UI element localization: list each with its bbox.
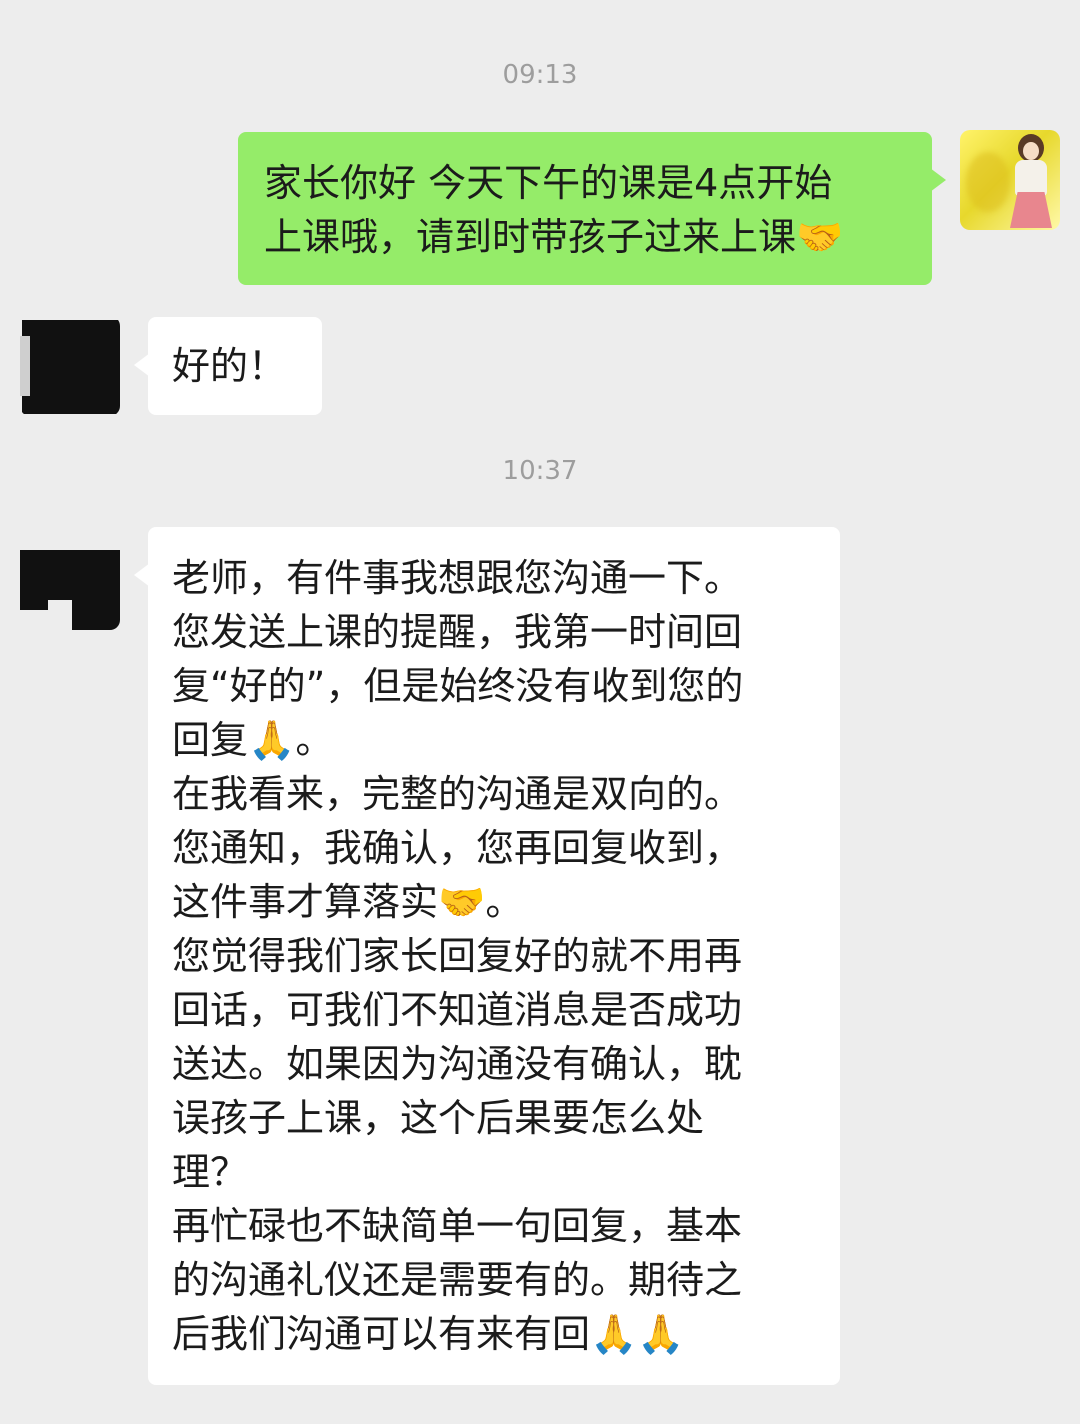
message-line: 家长你好 今天下午的课是4点开始 — [264, 161, 833, 205]
contact-avatar[interactable] — [20, 530, 120, 630]
contact-avatar[interactable] — [20, 316, 120, 416]
message-line: 这件事才算落实🤝。 — [172, 880, 524, 924]
message-line: 您觉得我们家长回复好的就不用再 — [172, 934, 743, 978]
message-line: 好的！ — [172, 344, 287, 388]
message-line: 复“好的”，但是始终没有收到您的 — [172, 664, 744, 708]
message-line: 在我看来，完整的沟通是双向的。 — [172, 772, 743, 816]
message-line: 送达。如果因为沟通没有确认，耽 — [172, 1042, 743, 1086]
message-line: 再忙碌也不缺简单一句回复，基本 — [172, 1204, 743, 1248]
message-line: 的沟通礼仪还是需要有的。期待之 — [172, 1258, 743, 1302]
message-line: 您通知，我确认，您再回复收到， — [172, 826, 743, 870]
self-avatar[interactable] — [960, 130, 1060, 230]
timestamp: 09:13 — [502, 60, 578, 90]
message-line: 回复🙏。 — [172, 718, 334, 762]
message-line: 您发送上课的提醒，我第一时间回 — [172, 610, 743, 654]
message-bubble-contact[interactable]: 好的！ — [134, 317, 322, 415]
message-bubble-contact[interactable]: 老师，有件事我想跟您沟通一下。 您发送上课的提醒，我第一时间回 复“好的”，但是… — [134, 527, 840, 1385]
message-line: 回话，可我们不知道消息是否成功 — [172, 988, 743, 1032]
timestamp: 10:37 — [502, 456, 578, 486]
message-line: 理？ — [172, 1150, 249, 1194]
chat-thread: 09:13 家长你好 今天下午的课是4点开始 上课哦，请到时带孩子过来上课🤝 好… — [0, 0, 1080, 1424]
message-line: 误孩子上课，这个后果要怎么处 — [172, 1096, 705, 1140]
message-line: 后我们沟通可以有来有回🙏🙏 — [172, 1312, 685, 1356]
message-line: 老师，有件事我想跟您沟通一下。 — [172, 556, 743, 600]
message-line: 上课哦，请到时带孩子过来上课🤝 — [264, 215, 844, 259]
message-bubble-self[interactable]: 家长你好 今天下午的课是4点开始 上课哦，请到时带孩子过来上课🤝 — [238, 132, 946, 285]
